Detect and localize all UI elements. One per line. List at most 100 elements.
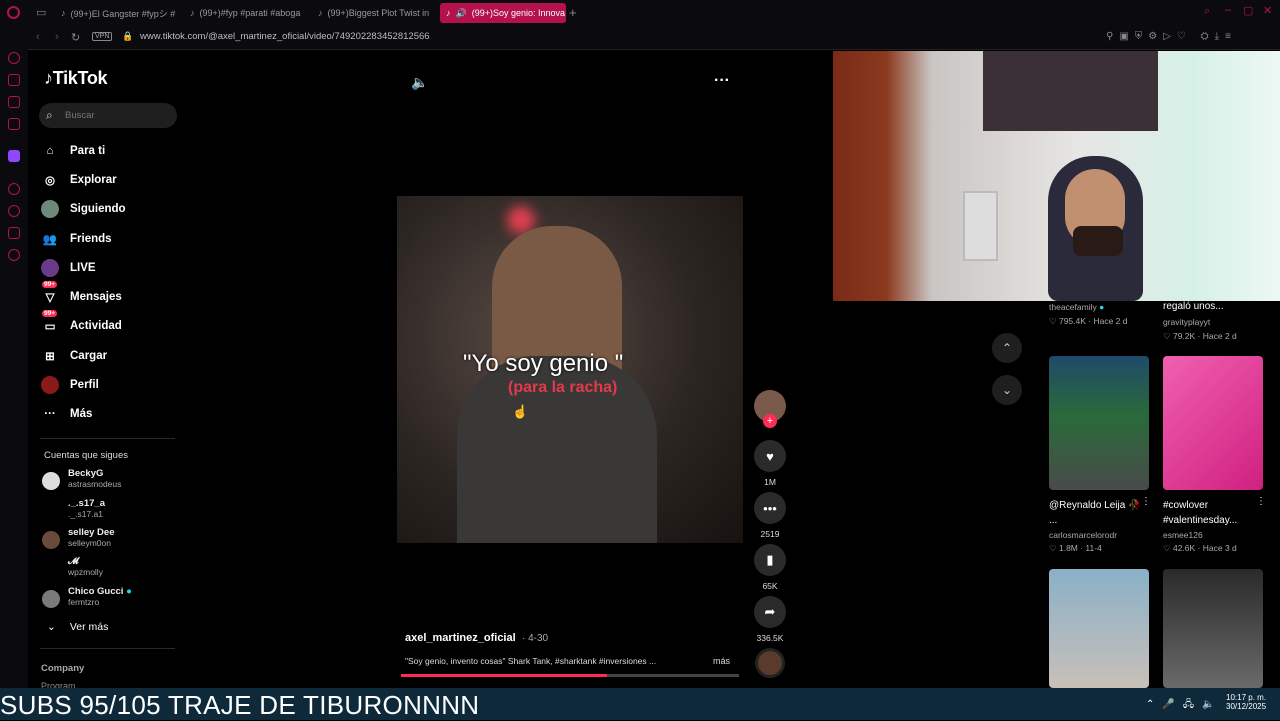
save-button[interactable]: ▮ bbox=[754, 544, 786, 576]
tiktok-note-icon: ♪ bbox=[44, 68, 53, 88]
nav-explorar[interactable]: ◎ Explorar bbox=[40, 167, 117, 193]
video-card-thumbnail[interactable] bbox=[1163, 569, 1263, 688]
verified-icon: ● bbox=[126, 586, 132, 597]
card-user[interactable]: carlosmarcelorodr bbox=[1049, 530, 1117, 540]
tray-icons[interactable]: ⌃🎤🖧🔈 bbox=[1146, 697, 1222, 714]
following-account[interactable]: selley Dee selleym0on bbox=[42, 527, 114, 549]
more-link[interactable]: más bbox=[713, 656, 730, 666]
comment-button[interactable]: ••• bbox=[754, 492, 786, 524]
sidebar-mail-icon[interactable] bbox=[8, 118, 20, 130]
friends-icon: 👥 bbox=[42, 234, 58, 246]
sidebar-box-icon[interactable] bbox=[8, 227, 20, 239]
card-user[interactable]: esmee126 bbox=[1163, 530, 1203, 540]
cursor-icon: ☝ bbox=[512, 404, 529, 419]
lock-icon: 🔒 bbox=[122, 31, 134, 41]
video-author[interactable]: axel_martinez_oficial bbox=[405, 632, 516, 644]
stream-ticker: SUBS 95/105 TRAJE DE TIBURONNNN bbox=[0, 690, 480, 720]
like-button[interactable]: ♥ bbox=[754, 440, 786, 472]
url-field[interactable]: www.tiktok.com/@axel_martinez_oficial/vi… bbox=[140, 31, 430, 42]
company-link[interactable]: Company bbox=[41, 663, 84, 674]
next-video-button[interactable]: ⌄ bbox=[992, 375, 1022, 405]
card-menu-icon[interactable]: ⋮ bbox=[1256, 496, 1266, 507]
close-button[interactable]: ✕ bbox=[1263, 4, 1272, 17]
search-icon[interactable]: ⌕ bbox=[1204, 5, 1210, 18]
tab-overview-icon[interactable]: ▭ bbox=[36, 6, 46, 19]
sidebar-bag-icon[interactable] bbox=[8, 74, 20, 86]
chevron-up-icon: ⌃ bbox=[1001, 341, 1013, 355]
speaker-icon: 🔊 bbox=[455, 7, 467, 18]
sidebar-home-icon[interactable] bbox=[8, 52, 20, 64]
avatar bbox=[42, 531, 60, 549]
share-button[interactable]: ➦ bbox=[754, 596, 786, 628]
back-button[interactable]: ‹ bbox=[36, 31, 40, 43]
messages-badge: 99+ bbox=[42, 281, 58, 288]
vpn-badge[interactable]: VPN bbox=[92, 32, 113, 41]
activity-icon: ▭ 99+ bbox=[42, 310, 58, 333]
sidebar-settings-icon[interactable] bbox=[8, 249, 20, 261]
card-title[interactable]: regaló unos... bbox=[1163, 301, 1224, 312]
share-count: 336.5K bbox=[756, 633, 784, 643]
following-account[interactable]: Chico Gucci ● fermtzro bbox=[42, 586, 132, 608]
see-more-link[interactable]: ⌄ Ver más bbox=[47, 621, 108, 633]
video-card-thumbnail[interactable] bbox=[1049, 356, 1149, 490]
video-progress-bar[interactable] bbox=[401, 674, 739, 677]
follow-plus-icon[interactable]: + bbox=[763, 414, 777, 428]
volume-icon[interactable]: 🔈 bbox=[411, 74, 428, 91]
video-description: "Soy genio, invento cosas" Shark Tank, #… bbox=[405, 656, 657, 666]
avatar bbox=[42, 590, 60, 608]
sidebar-clock-icon[interactable] bbox=[8, 183, 20, 195]
more-options-icon[interactable]: ··· bbox=[714, 72, 730, 90]
card-user[interactable]: theacefamily ● bbox=[1049, 302, 1104, 312]
sound-disc[interactable] bbox=[755, 648, 785, 678]
video-card-thumbnail[interactable] bbox=[1163, 356, 1263, 490]
following-account[interactable]: BeckyG astrasmodeus bbox=[42, 468, 121, 490]
nav-siguiendo[interactable]: Siguiendo bbox=[40, 196, 126, 222]
forward-button[interactable]: › bbox=[55, 31, 59, 43]
card-title[interactable]: #cowlover #valentinesday... bbox=[1163, 498, 1258, 528]
system-clock[interactable]: 10:17 p. m. 30/12/2025 bbox=[1226, 693, 1266, 711]
nav-mensajes[interactable]: ▽ 99+ Mensajes bbox=[40, 281, 122, 310]
nav-perfil[interactable]: Perfil bbox=[40, 372, 99, 398]
browser-tab-1[interactable]: ♪ (99+)El Gangster #fypシ # bbox=[55, 3, 180, 23]
nav-mas[interactable]: ··· Más bbox=[40, 401, 92, 427]
avatar bbox=[42, 472, 60, 490]
messages-icon: ▽ 99+ bbox=[42, 281, 58, 304]
verified-icon: ● bbox=[1099, 302, 1105, 312]
card-menu-icon[interactable]: ⋮ bbox=[1141, 496, 1151, 507]
browser-tab-active[interactable]: ♪ 🔊 (99+)Soy genio: Innova bbox=[440, 3, 566, 23]
new-tab-button[interactable]: + bbox=[569, 5, 577, 20]
nav-actividad[interactable]: ▭ 99+ Actividad bbox=[40, 310, 122, 339]
upload-icon: ⊞ bbox=[45, 351, 55, 363]
sidebar-twitch-icon[interactable] bbox=[8, 150, 20, 162]
chevron-down-icon: ⌄ bbox=[1001, 383, 1013, 397]
reload-button[interactable]: ↻ bbox=[71, 31, 80, 44]
nav-para-ti[interactable]: ⌂ Para ti bbox=[40, 138, 106, 164]
browser-tab-3[interactable]: ♪ (99+)Biggest Plot Twist in bbox=[312, 3, 437, 23]
browser-tab-2[interactable]: ♪ (99+)#fyp #parati #aboga bbox=[184, 3, 309, 23]
avatar bbox=[42, 560, 60, 578]
card-title[interactable]: @Reynaldo Leija 🥀 ... bbox=[1049, 498, 1144, 528]
sidebar-history-icon[interactable] bbox=[8, 205, 20, 217]
card-stats: ♡ 795.4K · Hace 2 d bbox=[1049, 316, 1128, 326]
card-user[interactable]: gravityplayyt bbox=[1163, 317, 1210, 327]
browser-toolbar-icons[interactable]: ⚲▣⛨⚙▷♡ ⛭⤓≡ bbox=[1106, 31, 1237, 42]
sidebar-chat-icon[interactable] bbox=[8, 96, 20, 108]
nav-friends[interactable]: 👥 Friends bbox=[40, 226, 112, 252]
search-input[interactable] bbox=[39, 103, 177, 128]
nav-cargar[interactable]: ⊞ Cargar bbox=[40, 343, 107, 369]
maximize-button[interactable]: ▢ bbox=[1243, 4, 1253, 17]
nav-live[interactable]: LIVE bbox=[40, 255, 96, 281]
tiktok-logo[interactable]: ♪TikTok bbox=[44, 68, 108, 89]
share-icon: ➦ bbox=[764, 604, 776, 619]
bookmark-icon: ▮ bbox=[766, 552, 774, 567]
minimize-button[interactable]: – bbox=[1225, 4, 1231, 16]
opera-logo-icon[interactable] bbox=[7, 6, 20, 19]
search-icon: ⌕ bbox=[46, 108, 53, 122]
save-count: 65K bbox=[762, 581, 778, 591]
previous-video-button[interactable]: ⌃ bbox=[992, 333, 1022, 363]
profile-avatar bbox=[40, 375, 60, 395]
following-account[interactable]: ._.s17_a ._.s17.a1 bbox=[42, 498, 105, 520]
progress-fill bbox=[401, 674, 608, 677]
following-account[interactable]: 𝓜wpzmolly bbox=[42, 556, 103, 578]
video-card-thumbnail[interactable] bbox=[1049, 569, 1149, 688]
